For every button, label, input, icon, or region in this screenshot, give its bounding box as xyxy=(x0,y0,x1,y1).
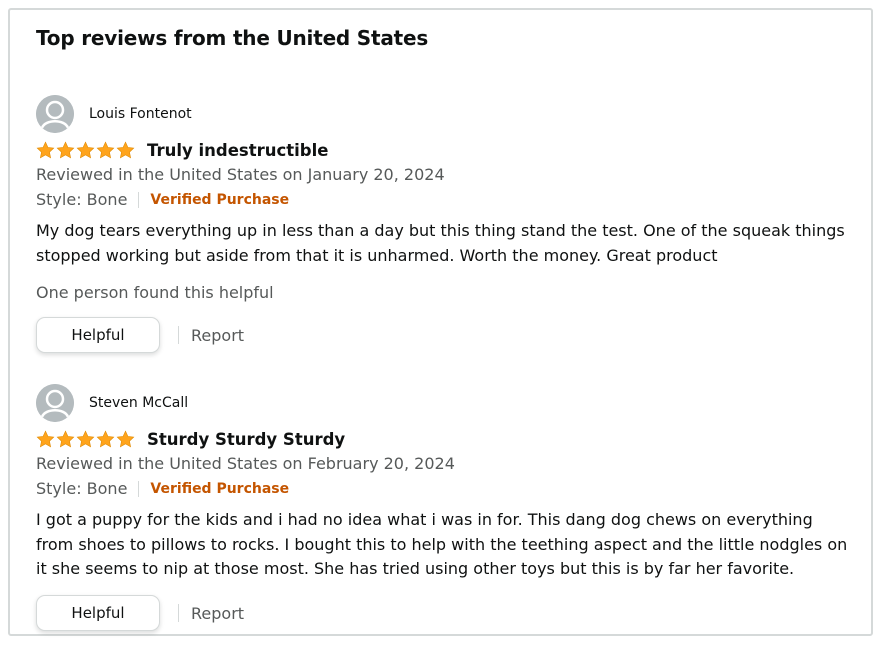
star-icon xyxy=(96,429,115,447)
review-body: My dog tears everything up in less than … xyxy=(36,221,845,265)
reviewer-name[interactable]: Steven McCall xyxy=(89,395,188,411)
review-date: Reviewed in the United States on Februar… xyxy=(36,454,455,473)
review-title[interactable]: Truly indestructible xyxy=(147,141,328,160)
helpful-button[interactable]: Helpful xyxy=(36,595,160,631)
meta-divider xyxy=(138,480,140,497)
review-title[interactable]: Sturdy Sturdy Sturdy xyxy=(147,430,345,449)
report-link[interactable]: Report xyxy=(191,326,244,345)
verified-purchase-badge: Verified Purchase xyxy=(150,191,290,208)
star-icon xyxy=(76,429,95,447)
star-rating[interactable] xyxy=(36,429,135,449)
star-icon xyxy=(76,140,95,158)
review-date: Reviewed in the United States on January… xyxy=(36,165,445,184)
meta-divider xyxy=(138,191,140,208)
helpful-button[interactable]: Helpful xyxy=(36,317,160,353)
star-icon xyxy=(36,429,55,447)
review-actions: Helpful Report xyxy=(36,317,244,353)
action-divider xyxy=(178,326,179,344)
product-style[interactable]: Style: Bone xyxy=(36,479,127,498)
reviewer-name[interactable]: Louis Fontenot xyxy=(89,106,192,122)
review-body: I got a puppy for the kids and i had no … xyxy=(36,510,848,578)
review-meta: Style: Bone Verified Purchase xyxy=(36,479,289,498)
section-heading: Top reviews from the United States xyxy=(36,26,429,50)
star-icon xyxy=(96,140,115,158)
reviewer-profile[interactable]: Louis Fontenot xyxy=(36,95,192,133)
star-icon xyxy=(116,140,135,158)
helpful-count: One person found this helpful xyxy=(36,283,274,302)
review-meta: Style: Bone Verified Purchase xyxy=(36,190,289,209)
reviewer-profile[interactable]: Steven McCall xyxy=(36,384,188,422)
star-icon xyxy=(56,429,75,447)
avatar-icon xyxy=(36,95,74,133)
review-title-row: Sturdy Sturdy Sturdy xyxy=(36,428,345,450)
review-actions: Helpful Report xyxy=(36,595,244,631)
report-link[interactable]: Report xyxy=(191,604,244,623)
action-divider xyxy=(178,604,179,622)
product-style[interactable]: Style: Bone xyxy=(36,190,127,209)
avatar-icon xyxy=(36,384,74,422)
star-rating[interactable] xyxy=(36,140,135,160)
star-icon xyxy=(36,140,55,158)
star-icon xyxy=(56,140,75,158)
verified-purchase-badge: Verified Purchase xyxy=(150,480,290,497)
star-icon xyxy=(116,429,135,447)
review-title-row: Truly indestructible xyxy=(36,139,328,161)
